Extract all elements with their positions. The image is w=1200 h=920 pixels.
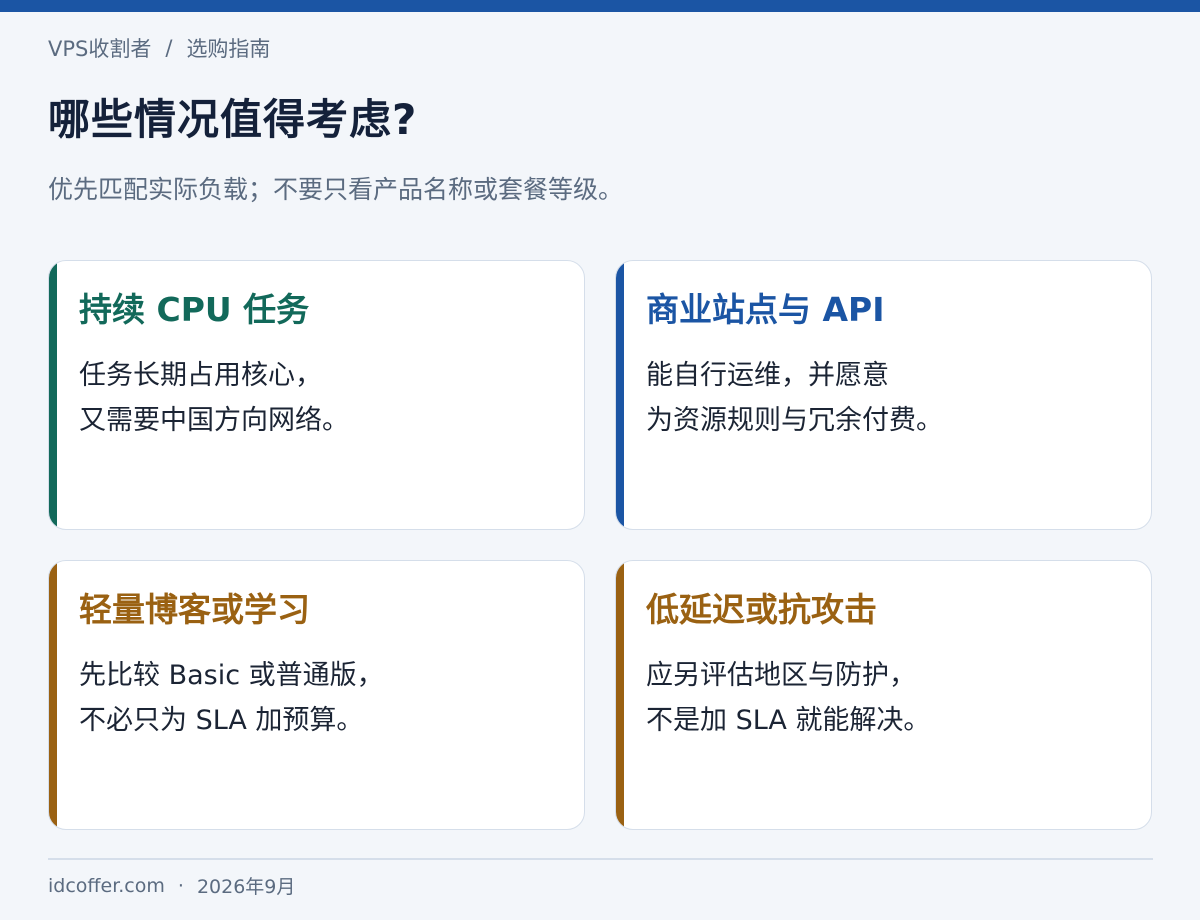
breadcrumb-separator: / [165, 36, 173, 60]
card-title: 低延迟或抗攻击 [646, 590, 877, 629]
card-body: 先比较 Basic 或普通版， 不必只为 SLA 加预算。 [79, 653, 384, 743]
card-body-line: 不是加 SLA 就能解决。 [646, 705, 931, 736]
card-accent-bar [49, 561, 57, 829]
card-body-line: 先比较 Basic 或普通版， [79, 660, 384, 691]
footer: idcoffer.com · 2026年9月 [48, 872, 295, 899]
card-accent-bar [616, 261, 624, 529]
card-body-line: 能自行运维，并愿意 [646, 360, 889, 391]
card-body-line: 任务长期占用核心， [79, 360, 322, 391]
card-title: 轻量博客或学习 [79, 590, 310, 629]
card-title: 持续 CPU 任务 [79, 290, 310, 329]
card-title: 商业站点与 API [646, 290, 885, 329]
footer-divider [48, 858, 1153, 860]
card-body-line: 不必只为 SLA 加预算。 [79, 705, 364, 736]
breadcrumb-current-page: 选购指南 [186, 37, 271, 61]
card-accent-bar [49, 261, 57, 529]
card-light-blog: 轻量博客或学习 先比较 Basic 或普通版， 不必只为 SLA 加预算。 [48, 560, 585, 830]
card-accent-bar [616, 561, 624, 829]
footer-date: 2026年9月 [196, 876, 296, 898]
card-body: 能自行运维，并愿意 为资源规则与冗余付费。 [646, 353, 943, 443]
page-title: 哪些情况值得考虑? [48, 95, 418, 144]
card-body-line: 为资源规则与冗余付费。 [646, 405, 943, 436]
card-body: 任务长期占用核心， 又需要中国方向网络。 [79, 353, 349, 443]
footer-separator: · [177, 874, 184, 897]
card-body-line: 应另评估地区与防护， [646, 660, 916, 691]
breadcrumb-site-link[interactable]: VPS收割者 [48, 33, 151, 63]
top-accent-bar [0, 0, 1200, 12]
breadcrumb: VPS收割者 / 选购指南 [48, 33, 270, 63]
card-low-latency: 低延迟或抗攻击 应另评估地区与防护， 不是加 SLA 就能解决。 [615, 560, 1152, 830]
footer-domain-link[interactable]: idcoffer.com [48, 875, 165, 897]
card-cpu-tasks: 持续 CPU 任务 任务长期占用核心， 又需要中国方向网络。 [48, 260, 585, 530]
page-subtitle: 优先匹配实际负载；不要只看产品名称或套餐等级。 [48, 175, 624, 204]
card-body: 应另评估地区与防护， 不是加 SLA 就能解决。 [646, 653, 930, 743]
card-body-line: 又需要中国方向网络。 [79, 405, 349, 436]
card-business-api: 商业站点与 API 能自行运维，并愿意 为资源规则与冗余付费。 [615, 260, 1152, 530]
